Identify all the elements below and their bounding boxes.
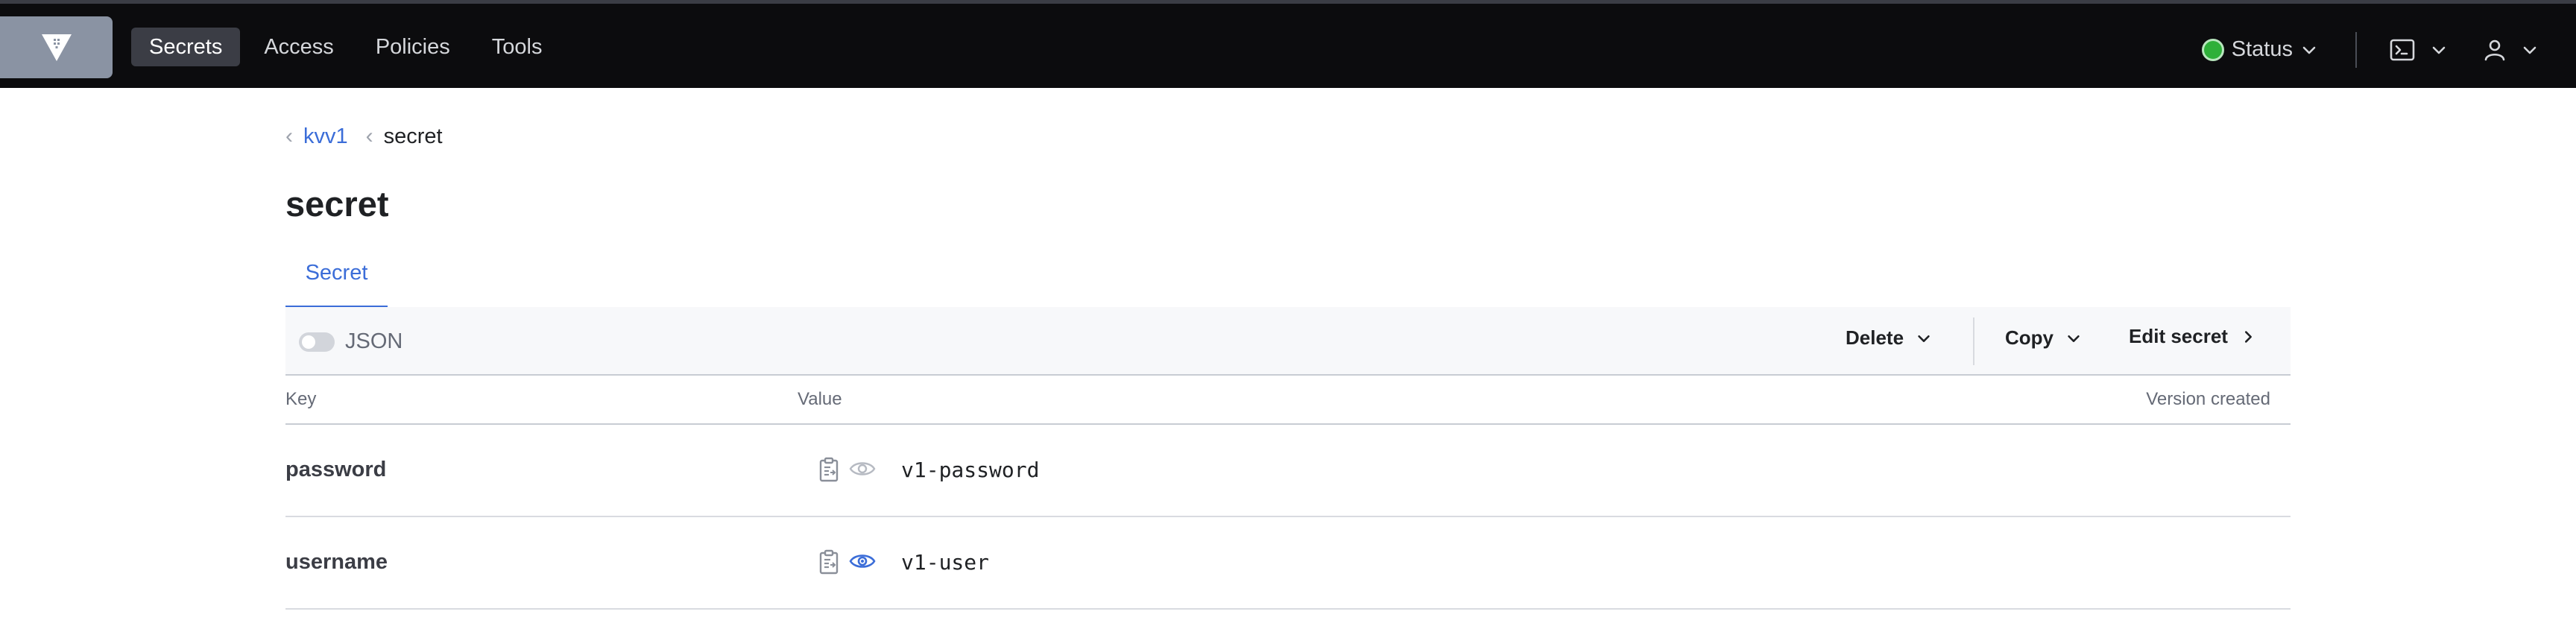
main-nav: Secrets Access Policies Tools [131,28,560,66]
table-row: password v1-password [285,425,2291,517]
status-menu-button[interactable]: Status [2201,37,2318,62]
toggle-switch[interactable] [299,332,335,352]
nav-item-secrets[interactable]: Secrets [131,28,241,66]
delete-button-label: Delete [1846,326,1904,349]
eye-icon[interactable] [849,550,876,576]
tab-secret[interactable]: Secret [285,250,388,309]
breadcrumb: ‹ kvv1 ‹ secret [285,124,443,149]
toolbar-divider [1973,317,1974,365]
nav-item-tools[interactable]: Tools [474,28,561,66]
chevron-right-icon [2244,330,2252,343]
user-icon [2484,39,2505,60]
nav-item-access[interactable]: Access [246,28,351,66]
clipboard-icon[interactable] [818,456,840,487]
tab-bar: Secret [285,250,2291,309]
table-row: username v1-user [285,517,2291,610]
chevron-down-icon [2432,46,2446,54]
status-label: Status [2231,37,2293,61]
copy-dropdown-button[interactable]: Copy [2005,326,2082,350]
json-toggle[interactable]: JSON [299,329,402,354]
table-header: Key Value Version created [285,376,2291,425]
breadcrumb-current: secret [383,124,443,148]
breadcrumb-link-kvv1[interactable]: kvv1 [303,124,348,149]
eye-icon[interactable] [849,458,876,484]
secret-value: v1-password [901,458,1040,482]
json-toggle-label: JSON [345,329,403,353]
edit-secret-label: Edit secret [2129,325,2228,347]
clipboard-icon[interactable] [818,549,840,579]
chevron-down-icon [2523,46,2536,54]
console-menu-button[interactable] [2390,39,2448,61]
vault-logo-icon[interactable] [0,16,113,78]
delete-dropdown-button[interactable]: Delete [1846,326,1932,350]
chevron-left-icon: ‹ [365,124,373,148]
chevron-down-icon [1918,335,1930,342]
terminal-icon [2390,39,2415,60]
nav-item-policies[interactable]: Policies [358,28,468,66]
secret-key: password [285,458,387,481]
edit-secret-link[interactable]: Edit secret [2129,325,2256,348]
column-header-version-created: Version created [2146,389,2270,409]
copy-button-label: Copy [2005,326,2053,349]
status-indicator-icon [2201,38,2224,61]
chevron-down-icon [2068,335,2080,342]
secret-value: v1-user [901,550,990,575]
nav-divider [2355,31,2357,68]
page-title: secret [285,184,389,224]
secret-key: username [285,550,388,574]
column-header-key: Key [285,389,317,409]
column-header-value: Value [798,389,842,409]
top-nav-right: Status [2201,7,2576,92]
top-nav-bar: Secrets Access Policies Tools Status [0,0,2576,88]
chevron-left-icon: ‹ [285,124,293,148]
secret-toolbar: JSON Delete Copy Edit secret [285,307,2291,376]
chevron-down-icon [2302,46,2316,54]
user-menu-button[interactable] [2484,39,2539,61]
